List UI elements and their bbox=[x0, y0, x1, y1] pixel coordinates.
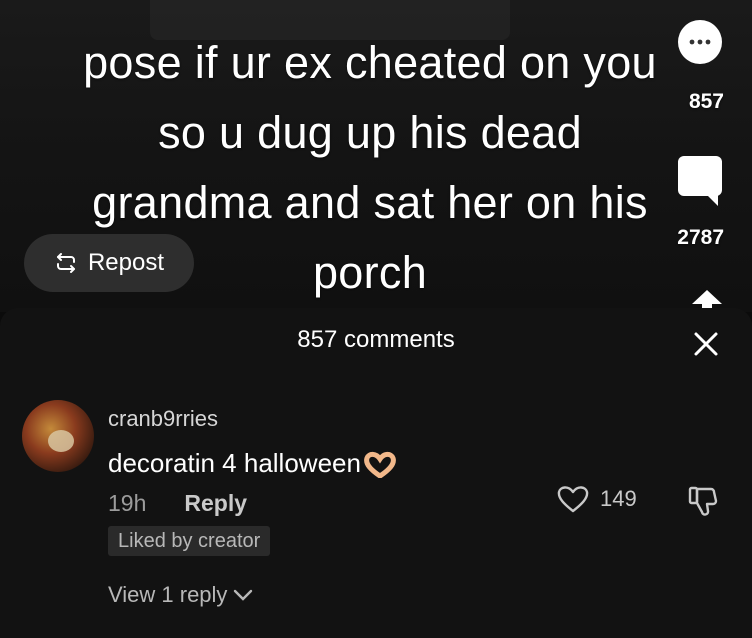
repost-label: Repost bbox=[87, 249, 165, 276]
comment-icon[interactable] bbox=[678, 156, 722, 208]
repost-button[interactable]: Repost bbox=[24, 234, 194, 292]
close-icon[interactable] bbox=[692, 330, 720, 358]
likes-count: 857 bbox=[688, 90, 724, 113]
repost-icon bbox=[56, 253, 75, 273]
chevron-down-icon bbox=[234, 589, 253, 601]
comment-like-button[interactable]: 149 bbox=[556, 484, 637, 514]
comment-meta: 19h Reply bbox=[108, 490, 247, 517]
comment-username[interactable]: cranb9rries bbox=[108, 406, 218, 432]
thumbs-down-icon[interactable] bbox=[686, 484, 720, 518]
heart-icon[interactable] bbox=[678, 20, 722, 64]
heart-outline-icon bbox=[557, 486, 589, 513]
video-player[interactable]: pose if ur ex cheated on you so u dug up… bbox=[0, 0, 752, 312]
comments-panel: 857 comments cranb9rries decoratin 4 hal… bbox=[0, 308, 752, 638]
comments-count: 2787 bbox=[677, 226, 724, 249]
avatar[interactable] bbox=[22, 400, 94, 472]
liked-by-creator-badge: Liked by creator bbox=[108, 526, 271, 556]
comment-body: decoratin 4 halloween bbox=[108, 448, 361, 478]
view-replies-button[interactable]: View 1 reply bbox=[108, 582, 253, 608]
reply-button[interactable]: Reply bbox=[184, 490, 247, 517]
comment-like-count: 149 bbox=[600, 486, 637, 511]
heart-hands-emoji-icon bbox=[364, 451, 396, 478]
action-rail: 857 2787 bbox=[652, 0, 752, 312]
comment-text: decoratin 4 halloween bbox=[108, 448, 397, 479]
view-replies-label: View 1 reply bbox=[108, 582, 228, 607]
share-icon[interactable] bbox=[692, 290, 722, 310]
comment-timestamp: 19h bbox=[108, 490, 147, 516]
comments-panel-title: 857 comments bbox=[297, 326, 455, 353]
